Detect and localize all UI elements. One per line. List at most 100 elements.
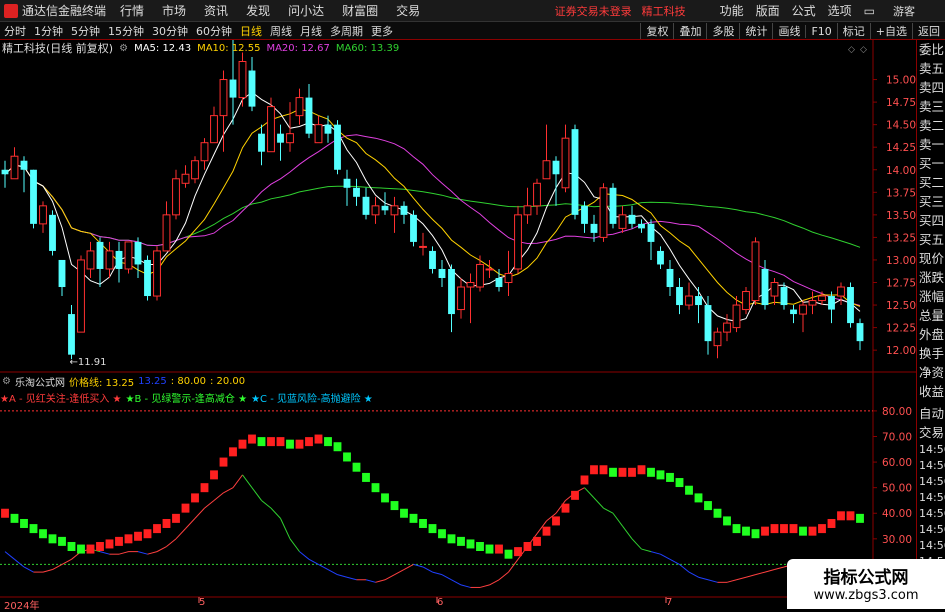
indicator-thin-segment: [755, 571, 766, 576]
indicator-thin-segment: [774, 566, 785, 571]
current-stock-name: 精工科技: [641, 4, 686, 18]
sidebar-item[interactable]: 换手: [917, 344, 945, 363]
sidebar-item[interactable]: 涨幅: [917, 287, 945, 306]
period-tab-more[interactable]: 更多: [367, 23, 397, 39]
period-tab[interactable]: 周线: [266, 23, 296, 39]
sidebar-item[interactable]: 卖二: [917, 116, 945, 135]
indicator-thin-segment: [337, 574, 348, 578]
draw-line-button[interactable]: 画线: [772, 23, 805, 39]
restore-rights-button[interactable]: 复权: [640, 23, 673, 39]
indicator-thin-segment: [204, 500, 215, 509]
menu-ask[interactable]: 问小达: [288, 2, 324, 19]
indicator-block: [29, 524, 38, 534]
candle-body-down: [305, 97, 313, 134]
menu-formula[interactable]: 公式: [792, 2, 816, 19]
indicator-block: [58, 536, 66, 546]
menu-wealth[interactable]: 财富圈: [342, 2, 378, 19]
period-tab[interactable]: 60分钟: [192, 23, 236, 39]
price-tick-label: 14.50: [886, 120, 916, 132]
menu-function[interactable]: 功能: [720, 2, 744, 19]
indicator-block: [599, 465, 608, 475]
sidebar-item[interactable]: 卖三: [917, 97, 945, 116]
period-tab[interactable]: 月线: [296, 23, 326, 39]
sidebar-item[interactable]: 交易: [917, 423, 945, 442]
period-tab[interactable]: 多周期: [326, 23, 367, 39]
add-watchlist-button[interactable]: +自选: [869, 23, 912, 39]
menu-trade[interactable]: 交易: [396, 2, 420, 19]
candle-body-down: [258, 133, 265, 152]
sidebar-item[interactable]: 买五: [917, 230, 945, 249]
period-tab[interactable]: 15分钟: [104, 23, 148, 39]
indicator-block: [219, 457, 228, 467]
candle-body-down: [438, 268, 446, 278]
candle-body-up: [124, 241, 133, 270]
indicator-block: [390, 501, 399, 511]
gear-icon[interactable]: ⚙: [2, 376, 11, 387]
indicator-block: [409, 513, 418, 523]
candle-body-up: [191, 160, 199, 180]
sidebar-item[interactable]: 买一: [917, 154, 945, 173]
candle-body-up: [742, 291, 750, 311]
indicator-block: [267, 437, 275, 447]
sidebar-item[interactable]: 卖五: [917, 59, 945, 78]
f10-button[interactable]: F10: [805, 24, 836, 38]
sidebar-item[interactable]: 卖一: [917, 135, 945, 154]
sidebar-item[interactable]: 委比: [917, 40, 945, 59]
candle-body-up: [153, 250, 161, 297]
sidebar-item[interactable]: 收益: [917, 382, 945, 401]
candle-body-up: [286, 133, 294, 144]
candle-body-down: [134, 241, 142, 265]
candle-body-up: [210, 115, 218, 144]
statistics-button[interactable]: 统计: [739, 23, 772, 39]
indicator-block: [229, 447, 237, 457]
sidebar-item[interactable]: 自动: [917, 404, 945, 423]
period-tab[interactable]: 1分钟: [30, 23, 67, 39]
zoom-icon: ◇: [860, 45, 867, 55]
ma20-label: MA20: 12.67: [266, 42, 330, 54]
indicator-block: [808, 526, 817, 536]
sidebar-item[interactable]: 总量: [917, 306, 945, 325]
indicator-tick-label: 50.00: [882, 483, 912, 495]
sidebar-item[interactable]: 现价: [917, 249, 945, 268]
indicator-block: [428, 524, 437, 534]
watermark-url: www.zbgs3.com: [813, 588, 919, 603]
candle-body-down: [695, 296, 702, 306]
sidebar-item[interactable]: 买二: [917, 173, 945, 192]
menu-quotes[interactable]: 行情: [120, 2, 144, 19]
menu-discover[interactable]: 发现: [246, 2, 270, 19]
menu-news[interactable]: 资讯: [204, 2, 228, 19]
indicator-name[interactable]: 乐淘公式网: [15, 374, 65, 389]
sidebar-item[interactable]: 外盘: [917, 325, 945, 344]
menu-market[interactable]: 市场: [162, 2, 186, 19]
indicator-thin-segment: [736, 576, 747, 581]
period-tab[interactable]: 5分钟: [67, 23, 104, 39]
sidebar-item[interactable]: 买三: [917, 192, 945, 211]
period-tab-daily[interactable]: 日线: [236, 23, 266, 39]
overlay-button[interactable]: 叠加: [673, 23, 706, 39]
indicator-block: [780, 524, 788, 534]
menu-layout[interactable]: 版面: [756, 2, 780, 19]
sidebar-time: 14:56: [919, 459, 945, 472]
multi-stock-button[interactable]: 多股: [706, 23, 739, 39]
period-tab[interactable]: 分时: [0, 23, 30, 39]
back-button[interactable]: 返回: [912, 23, 945, 39]
sidebar-item[interactable]: 买四: [917, 211, 945, 230]
indicator-tick-label: 70.00: [882, 431, 912, 443]
indicator-legend: ★A - 见红关注-逢低买入 ★ ★B - 见绿警示-逢高减仓 ★ ★C - 见…: [0, 390, 377, 405]
minimize-icon[interactable]: ▭: [864, 4, 875, 18]
ma5-line: [4, 91, 861, 322]
indicator-thin-segment: [61, 558, 72, 565]
trade-login-warning[interactable]: 证券交易未登录: [555, 3, 632, 19]
menu-options[interactable]: 选项: [828, 2, 852, 19]
period-tab[interactable]: 30分钟: [148, 23, 192, 39]
sidebar-item[interactable]: 净资: [917, 363, 945, 382]
indicator-block: [248, 434, 256, 444]
indicator-block: [181, 503, 190, 513]
guest-label[interactable]: 游客: [893, 3, 915, 19]
indicator-thin-segment: [261, 500, 272, 509]
sidebar-item[interactable]: 涨跌: [917, 268, 945, 287]
mark-button[interactable]: 标记: [836, 23, 870, 39]
gear-icon[interactable]: ⚙: [119, 43, 128, 54]
sidebar-item[interactable]: 卖四: [917, 78, 945, 97]
indicator-thin-segment: [42, 569, 53, 573]
